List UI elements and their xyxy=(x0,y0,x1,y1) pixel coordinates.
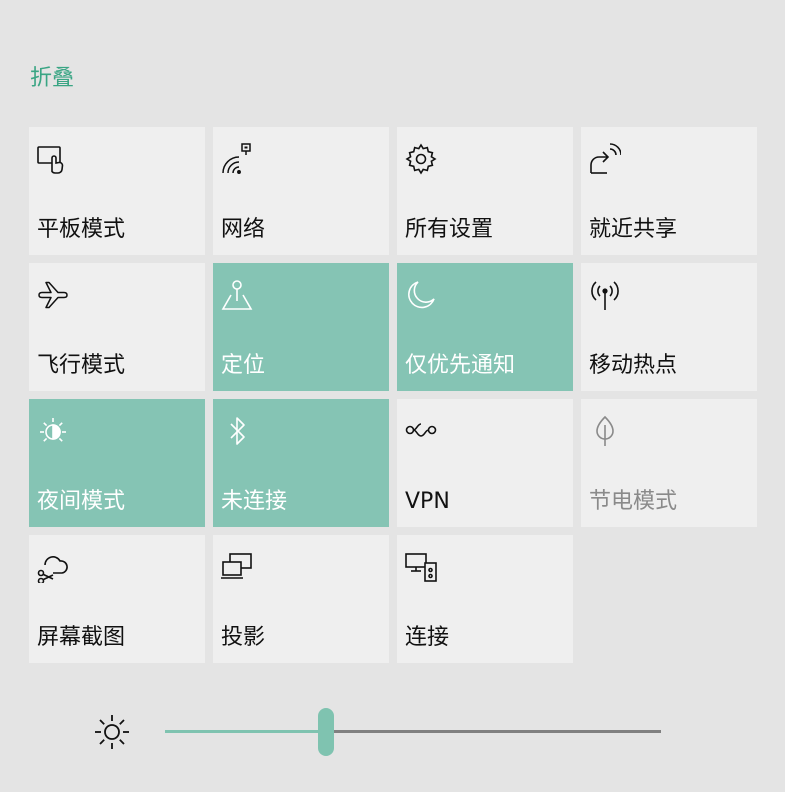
tile-battery-saver[interactable]: 节电模式 xyxy=(581,399,757,527)
tile-location[interactable]: 定位 xyxy=(213,263,389,391)
tile-label: 屏幕截图 xyxy=(37,625,126,650)
collapse-link[interactable]: 折叠 xyxy=(30,60,74,92)
settings-gear-icon xyxy=(405,143,437,175)
tile-label: 网络 xyxy=(221,217,266,242)
tile-network[interactable]: 网络 xyxy=(213,127,389,255)
tile-label: 就近共享 xyxy=(589,217,678,242)
location-icon xyxy=(221,279,253,311)
brightness-control xyxy=(0,700,785,764)
tile-label: 所有设置 xyxy=(405,217,494,242)
brightness-sun-icon xyxy=(92,712,132,752)
tile-vpn[interactable]: VPN xyxy=(397,399,573,527)
airplane-icon xyxy=(37,279,69,311)
nearby-share-icon xyxy=(589,143,621,175)
project-icon xyxy=(221,551,253,583)
tablet-mode-icon xyxy=(37,143,69,175)
bluetooth-icon xyxy=(221,415,253,447)
hotspot-icon xyxy=(589,279,621,311)
quick-actions-grid: 平板模式 网络 所有设置 就近共享 飞行模式 定位 仅优先通知 移动热点 夜间模… xyxy=(29,127,757,663)
tile-airplane-mode[interactable]: 飞行模式 xyxy=(29,263,205,391)
tile-nearby-share[interactable]: 就近共享 xyxy=(581,127,757,255)
tile-focus-assist[interactable]: 仅优先通知 xyxy=(397,263,573,391)
tile-connect[interactable]: 连接 xyxy=(397,535,573,663)
tile-label: VPN xyxy=(405,489,450,514)
brightness-slider-track-filled[interactable] xyxy=(165,730,326,733)
tile-all-settings[interactable]: 所有设置 xyxy=(397,127,573,255)
tile-label: 投影 xyxy=(221,625,266,650)
battery-saver-icon xyxy=(589,415,621,447)
tile-label: 节电模式 xyxy=(589,489,678,514)
tile-label: 飞行模式 xyxy=(37,353,126,378)
tile-label: 移动热点 xyxy=(589,353,678,378)
tile-label: 仅优先通知 xyxy=(405,353,516,378)
brightness-slider-track[interactable] xyxy=(326,730,661,733)
night-light-icon xyxy=(37,415,69,447)
tile-bluetooth[interactable]: 未连接 xyxy=(213,399,389,527)
screen-snip-icon xyxy=(37,551,69,583)
tile-mobile-hotspot[interactable]: 移动热点 xyxy=(581,263,757,391)
tile-label: 连接 xyxy=(405,625,450,650)
moon-icon xyxy=(405,279,437,311)
tile-project[interactable]: 投影 xyxy=(213,535,389,663)
tile-label: 未连接 xyxy=(221,489,288,514)
vpn-icon xyxy=(405,415,437,447)
tile-label: 夜间模式 xyxy=(37,489,126,514)
connect-icon xyxy=(405,551,437,583)
tile-label: 定位 xyxy=(221,353,266,378)
tile-tablet-mode[interactable]: 平板模式 xyxy=(29,127,205,255)
tile-label: 平板模式 xyxy=(37,217,126,242)
brightness-slider-thumb[interactable] xyxy=(318,708,334,756)
network-icon xyxy=(221,143,253,175)
tile-screen-snip[interactable]: 屏幕截图 xyxy=(29,535,205,663)
tile-night-light[interactable]: 夜间模式 xyxy=(29,399,205,527)
